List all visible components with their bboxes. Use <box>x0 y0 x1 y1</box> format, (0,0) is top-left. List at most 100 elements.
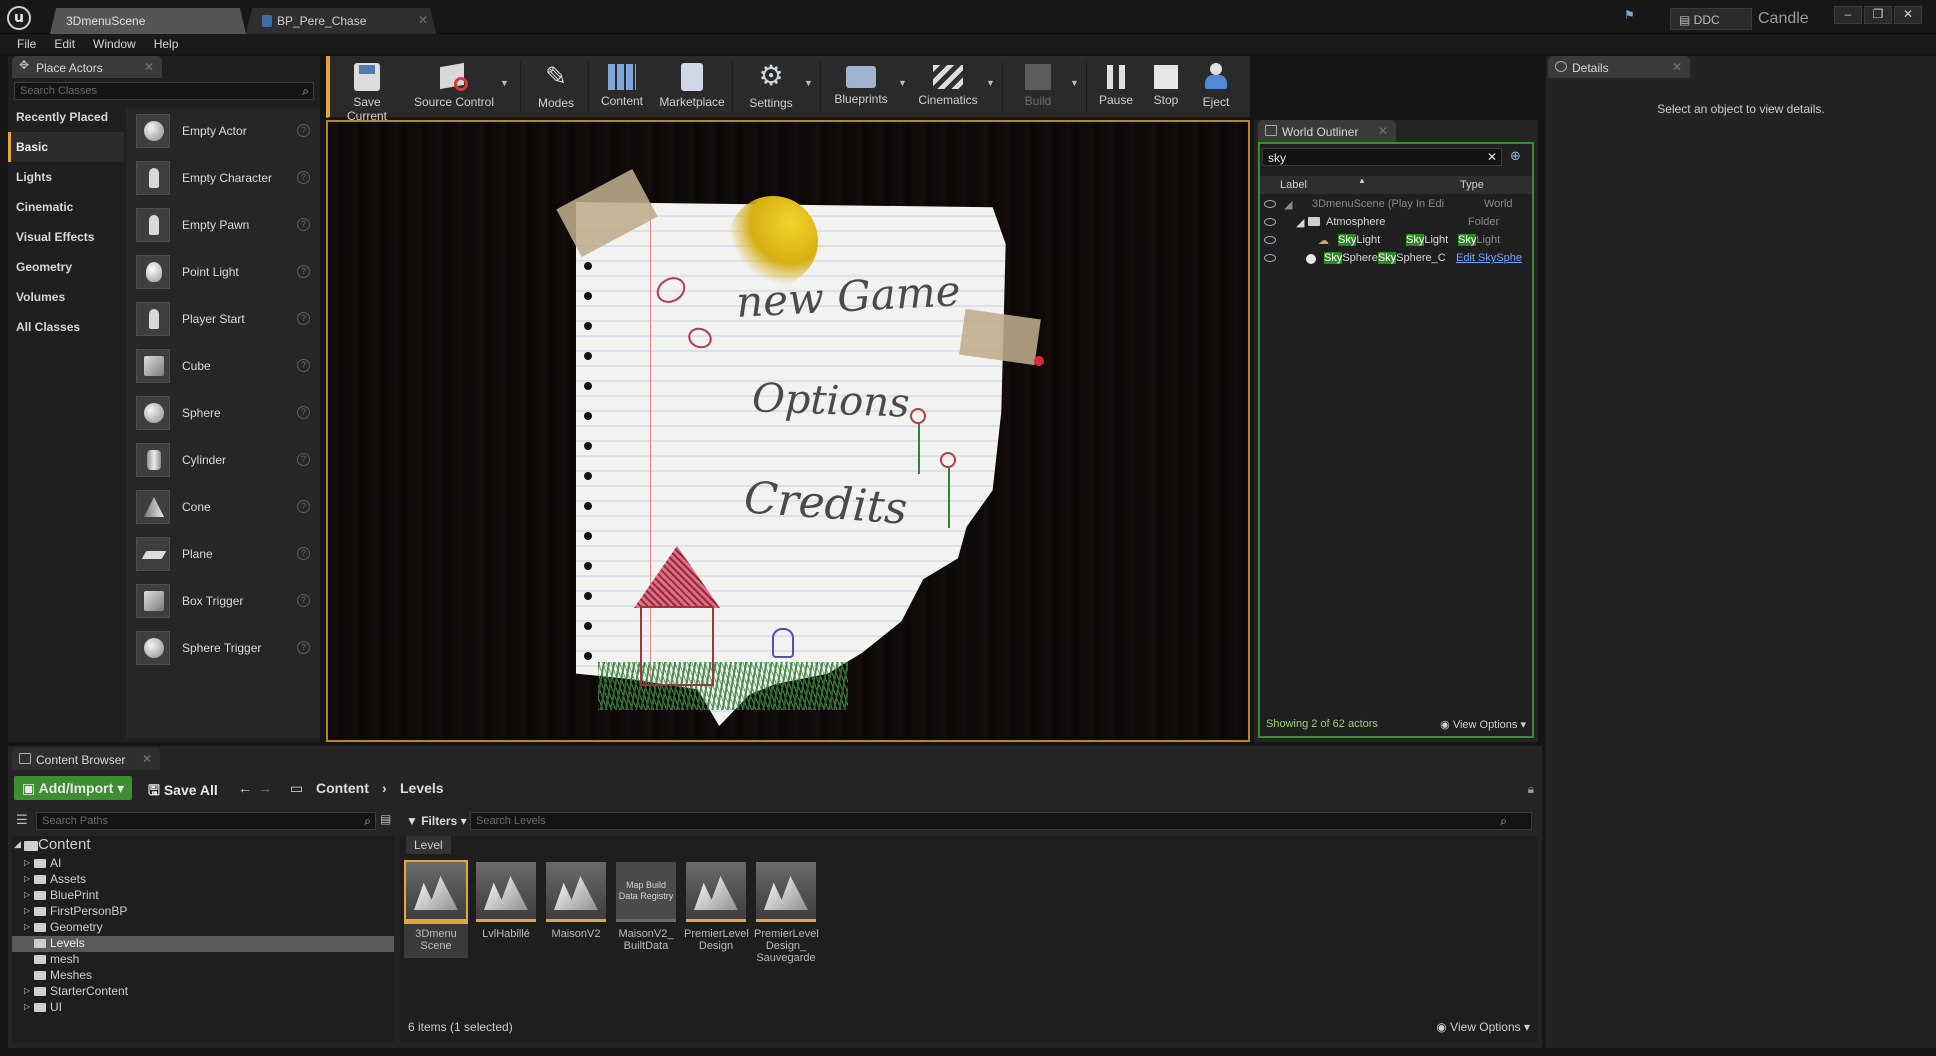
filter-chip-level[interactable]: Level <box>406 836 451 854</box>
save-all-button[interactable]: 🖫 Save All <box>140 776 226 800</box>
path-options-icon[interactable]: ▤ <box>380 812 391 826</box>
help-icon[interactable]: ? <box>297 594 310 607</box>
actor-item-cube[interactable]: Cube? <box>130 347 316 387</box>
menu-window[interactable]: Window <box>84 34 145 54</box>
column-label[interactable]: Label <box>1280 179 1307 191</box>
help-icon[interactable]: ? <box>297 171 310 184</box>
edit-blueprint-link[interactable]: Edit SkySphe <box>1456 252 1532 264</box>
ddc-button[interactable]: ▤ DDC <box>1670 8 1752 30</box>
help-icon[interactable]: ? <box>297 265 310 278</box>
build-button[interactable]: Build <box>1010 58 1066 116</box>
actor-item-cone[interactable]: Cone? <box>130 488 316 528</box>
category-basic[interactable]: Basic <box>8 132 124 162</box>
asset-premierleveldesign-sauvegarde[interactable]: PremierLevel Design_ Sauvegarde <box>754 860 819 964</box>
help-icon[interactable]: ? <box>297 406 310 419</box>
category-geometry[interactable]: Geometry <box>8 252 124 282</box>
tab-bp-pere-chase[interactable]: BP_Pere_Chase ✕ <box>246 8 436 34</box>
actor-item-player-start[interactable]: Player Start? <box>130 300 316 340</box>
tree-item-blueprint[interactable]: ▷ BluePrint <box>12 888 394 904</box>
forward-arrow-icon[interactable]: → <box>258 780 272 796</box>
help-icon[interactable]: ? <box>297 500 310 513</box>
menu-options[interactable]: Options <box>751 375 910 426</box>
search-paths-input[interactable]: Search Paths ⌕ <box>36 812 376 830</box>
category-lights[interactable]: Lights <box>8 162 124 192</box>
actor-item-empty-actor[interactable]: Empty Actor? <box>130 112 316 152</box>
help-icon[interactable]: ? <box>297 641 310 654</box>
visibility-eye-icon[interactable] <box>1264 218 1276 226</box>
settings-button[interactable]: ⚙ Settings <box>740 58 802 116</box>
close-window-icon[interactable]: ✕ <box>1894 6 1922 24</box>
tree-toggle-icon[interactable]: ☰ <box>16 812 28 828</box>
help-icon[interactable]: ? <box>297 218 310 231</box>
actor-item-empty-pawn[interactable]: Empty Pawn? <box>130 206 316 246</box>
actor-item-plane[interactable]: Plane? <box>130 535 316 575</box>
add-import-button[interactable]: ▣ Add/Import ▾ <box>14 776 133 800</box>
asset-3dmenuscene[interactable]: 3Dmenu Scene <box>404 860 468 958</box>
close-icon[interactable]: ✕ <box>418 13 428 27</box>
search-classes-input[interactable]: Search Classes ⌕ <box>14 82 314 100</box>
pause-button[interactable]: Pause <box>1092 58 1140 116</box>
outliner-row-skylight[interactable]: ☁ SkyLight SkyLight SkyLight <box>1260 232 1532 250</box>
blueprints-button[interactable]: Blueprints <box>826 58 896 116</box>
visibility-eye-icon[interactable] <box>1264 236 1276 244</box>
outliner-search-input[interactable]: sky ✕ <box>1262 148 1502 166</box>
content-button[interactable]: Content <box>592 58 652 116</box>
save-current-button[interactable]: Save Current <box>332 58 402 123</box>
tree-item-levels[interactable]: Levels <box>12 936 394 952</box>
tab-world-outliner[interactable]: World Outliner ✕ <box>1258 120 1396 142</box>
tree-root-content[interactable]: ◢ Content <box>12 836 394 856</box>
outliner-row-atmosphere[interactable]: ◢ Atmosphere Folder <box>1260 214 1532 232</box>
lock-icon[interactable]: 🔒︎ <box>1528 782 1534 797</box>
tree-item-assets[interactable]: ▷ Assets <box>12 872 394 888</box>
actor-item-box-trigger[interactable]: Box Trigger? <box>130 582 316 622</box>
help-icon[interactable]: ? <box>297 312 310 325</box>
search-levels-input[interactable]: Search Levels ⌕ <box>470 812 1532 830</box>
outliner-row-world[interactable]: ◢ 3DmenuScene (Play In Edi World <box>1260 196 1532 214</box>
help-icon[interactable]: ? <box>297 453 310 466</box>
minimize-icon[interactable]: – <box>1834 6 1862 24</box>
category-recently-placed[interactable]: Recently Placed <box>8 102 124 132</box>
category-visual-effects[interactable]: Visual Effects <box>8 222 124 252</box>
tab-3dmenuscene[interactable]: 3DmenuScene <box>50 8 246 34</box>
tree-item-firstpersonbp[interactable]: ▷ FirstPersonBP <box>12 904 394 920</box>
help-icon[interactable]: ? <box>297 124 310 137</box>
filters-button[interactable]: ▼ Filters ▾ <box>402 812 471 830</box>
modes-button[interactable]: ✎ Modes <box>526 58 586 116</box>
close-icon[interactable]: ✕ <box>1378 124 1388 138</box>
actor-item-point-light[interactable]: Point Light? <box>130 253 316 293</box>
expand-icon[interactable]: ◢ <box>1284 198 1292 211</box>
actor-item-cylinder[interactable]: Cylinder? <box>130 441 316 481</box>
eject-button[interactable]: Eject <box>1192 58 1240 116</box>
close-icon[interactable]: ✕ <box>1672 60 1682 74</box>
tree-item-ui[interactable]: ▷ UI <box>12 1000 394 1016</box>
tree-item-geometry[interactable]: ▷ Geometry <box>12 920 394 936</box>
breadcrumb-content[interactable]: Content <box>316 780 369 796</box>
clear-search-icon[interactable]: ✕ <box>1487 150 1497 164</box>
tree-item-mesh[interactable]: mesh <box>12 952 394 968</box>
visibility-eye-icon[interactable] <box>1264 254 1276 262</box>
actor-item-empty-character[interactable]: Empty Character? <box>130 159 316 199</box>
column-type[interactable]: Type <box>1460 179 1484 191</box>
asset-maisonv2-builtdata[interactable]: Map Build Data Registry MaisonV2_ BuiltDa… <box>614 860 678 952</box>
actor-item-sphere-trigger[interactable]: Sphere Trigger? <box>130 629 316 669</box>
view-options-button[interactable]: ◉ View Options ▾ <box>1440 718 1526 731</box>
visibility-eye-icon[interactable] <box>1264 200 1276 208</box>
close-icon[interactable]: ✕ <box>144 60 154 74</box>
chevron-down-icon[interactable]: ▼ <box>500 78 509 88</box>
help-icon[interactable]: ? <box>297 547 310 560</box>
maximize-icon[interactable]: ❐ <box>1864 6 1892 24</box>
cinematics-button[interactable]: Cinematics <box>910 58 986 116</box>
tab-details[interactable]: Details ✕ <box>1548 56 1690 78</box>
tree-item-meshes[interactable]: Meshes <box>12 968 394 984</box>
marketplace-button[interactable]: Marketplace <box>656 58 728 116</box>
level-viewport[interactable]: new Game Options Credits <box>326 120 1250 742</box>
category-cinematic[interactable]: Cinematic <box>8 192 124 222</box>
back-arrow-icon[interactable]: ← <box>238 780 252 796</box>
breadcrumb-levels[interactable]: Levels <box>400 780 444 796</box>
menu-help[interactable]: Help <box>145 34 188 54</box>
stop-button[interactable]: Stop <box>1144 58 1188 116</box>
help-icon[interactable]: ? <box>297 359 310 372</box>
menu-edit[interactable]: Edit <box>45 34 84 54</box>
chevron-down-icon[interactable]: ▼ <box>1070 78 1079 88</box>
tab-content-browser[interactable]: Content Browser ✕ <box>12 748 160 770</box>
